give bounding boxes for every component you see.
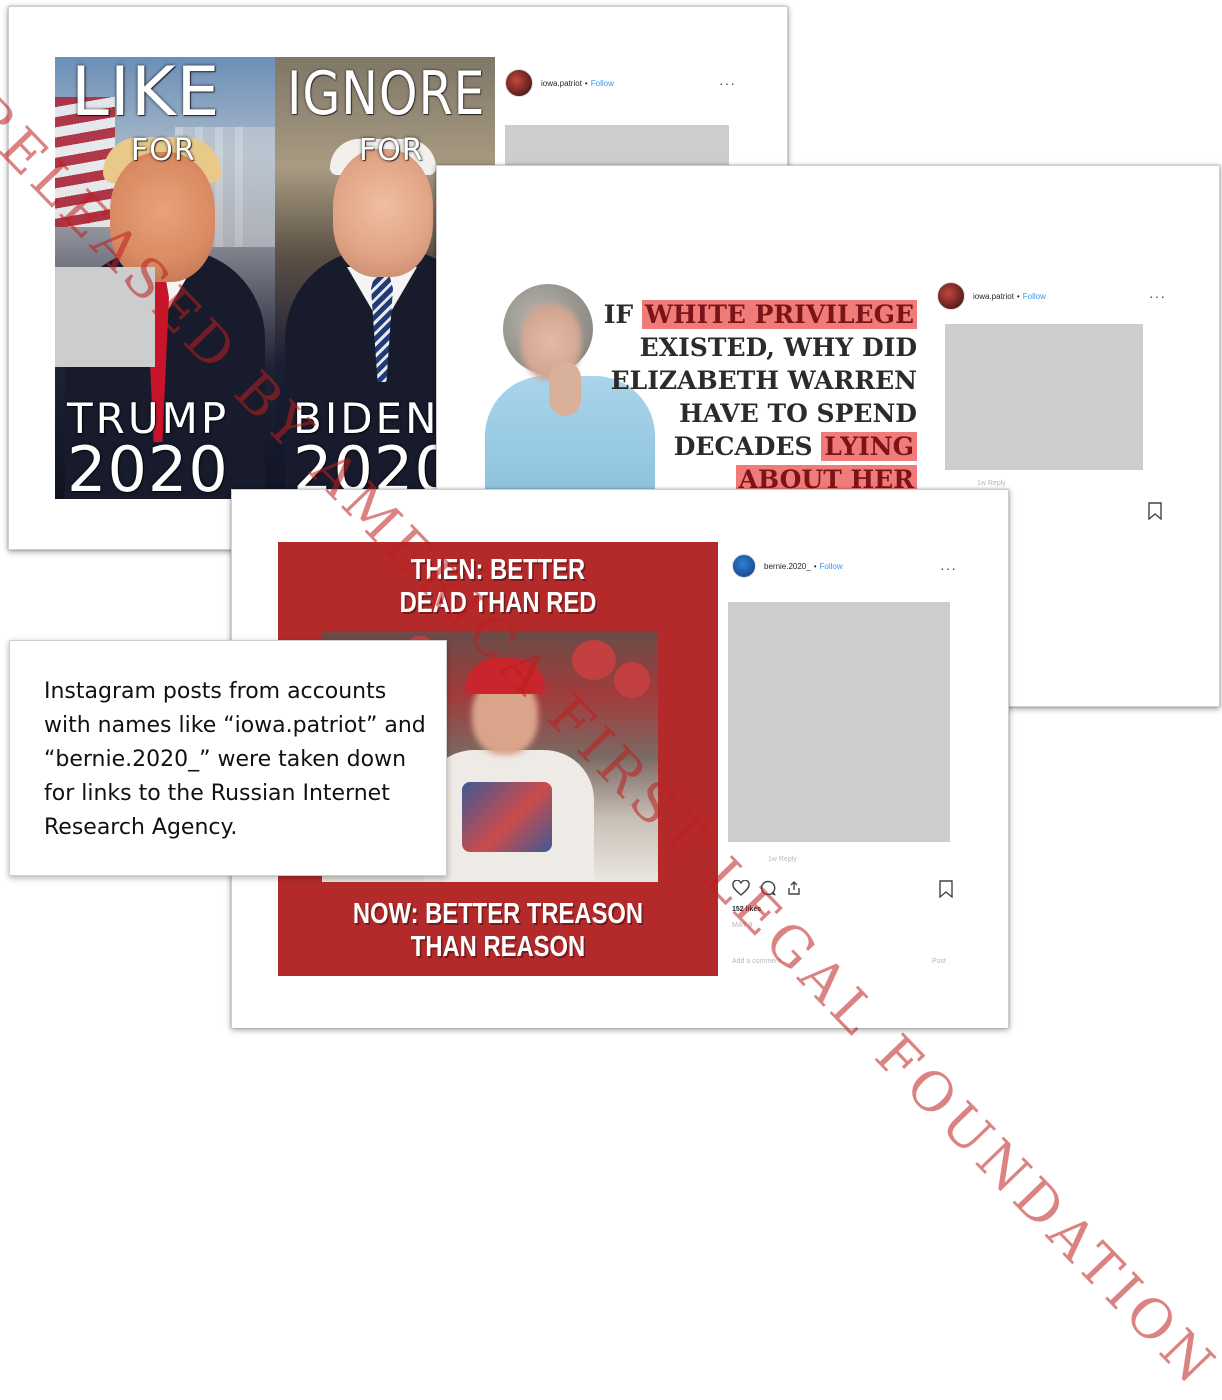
meme-text-bottom: NOW: BETTER TREASON THAN REASON (318, 898, 679, 964)
redacted-comments (945, 324, 1143, 470)
meme-line: ELIZABETH WARREN (610, 366, 917, 395)
share-icon[interactable] (786, 880, 802, 896)
meme-line: DEAD THAN RED (399, 587, 597, 619)
portrait-face-right (333, 149, 433, 277)
meme-text-for-right: FOR (359, 133, 424, 168)
bookmark-icon[interactable] (1147, 502, 1163, 520)
meme-line: THAN REASON (410, 931, 586, 963)
comment-meta: 1w Reply (977, 480, 1006, 487)
more-options-icon[interactable]: ··· (940, 561, 957, 575)
post-date: MAY 9 (732, 922, 753, 929)
bookmark-icon[interactable] (938, 880, 954, 898)
more-options-icon[interactable]: ··· (1149, 289, 1166, 303)
redaction-box (55, 267, 155, 367)
meme-text-ignore: IGNORE (287, 59, 486, 129)
add-comment-input[interactable]: Add a comment... (732, 958, 787, 965)
heart-icon[interactable] (732, 880, 750, 896)
portrait-face-left (110, 152, 215, 282)
caption-text: Instagram posts from accounts with names… (44, 679, 426, 840)
meme-line: NOW: BETTER TREASON (352, 898, 644, 930)
separator-dot: • (584, 78, 588, 88)
meme-line: IF WHITE PRIVILEGE (587, 298, 917, 331)
meme-line: THEN: BETTER (410, 554, 586, 586)
comment-meta: 1w Reply (768, 856, 797, 863)
meme-line: DECADES LYING (587, 430, 917, 463)
meme-text-like: LIKE (71, 57, 221, 132)
post-header: iowa.patriot • Follow (505, 69, 614, 97)
redacted-comments (728, 602, 950, 842)
avatar[interactable] (505, 69, 533, 97)
meme-image-trump-biden: LIKE IGNORE FOR FOR TRUMP BIDEN 2020 202… (55, 57, 495, 499)
likes-count[interactable]: 152 likes (732, 906, 761, 913)
follow-button[interactable]: Follow (591, 79, 614, 88)
caption-box: Instagram posts from accounts with names… (9, 640, 447, 876)
username-link[interactable]: iowa.patriot (973, 292, 1014, 301)
meme-line: HAVE TO SPEND (679, 399, 917, 428)
meme-text-top: THEN: BETTER DEAD THAN RED (318, 554, 679, 620)
meme-line: EXISTED, WHY DID (639, 333, 917, 362)
follow-button[interactable]: Follow (820, 562, 843, 571)
username-link[interactable]: bernie.2020_ (764, 562, 811, 571)
separator-dot: • (1016, 291, 1020, 301)
comment-icon[interactable] (760, 880, 776, 896)
avatar[interactable] (937, 282, 965, 310)
avatar[interactable] (732, 554, 756, 578)
username-link[interactable]: iowa.patriot (541, 79, 582, 88)
post-header: bernie.2020_ • Follow (732, 554, 843, 578)
follow-button[interactable]: Follow (1023, 292, 1046, 301)
meme-text-year-left: 2020 (67, 433, 229, 499)
separator-dot: • (813, 561, 817, 571)
more-options-icon[interactable]: ··· (719, 76, 736, 90)
meme-text-for-left: FOR (131, 133, 196, 168)
post-comment-button[interactable]: Post (932, 958, 946, 965)
action-bar (732, 880, 802, 896)
post-header: iowa.patriot • Follow (937, 282, 1046, 310)
meme-text-warren: IF WHITE PRIVILEGE EXISTED, WHY DID ELIZ… (587, 298, 917, 496)
